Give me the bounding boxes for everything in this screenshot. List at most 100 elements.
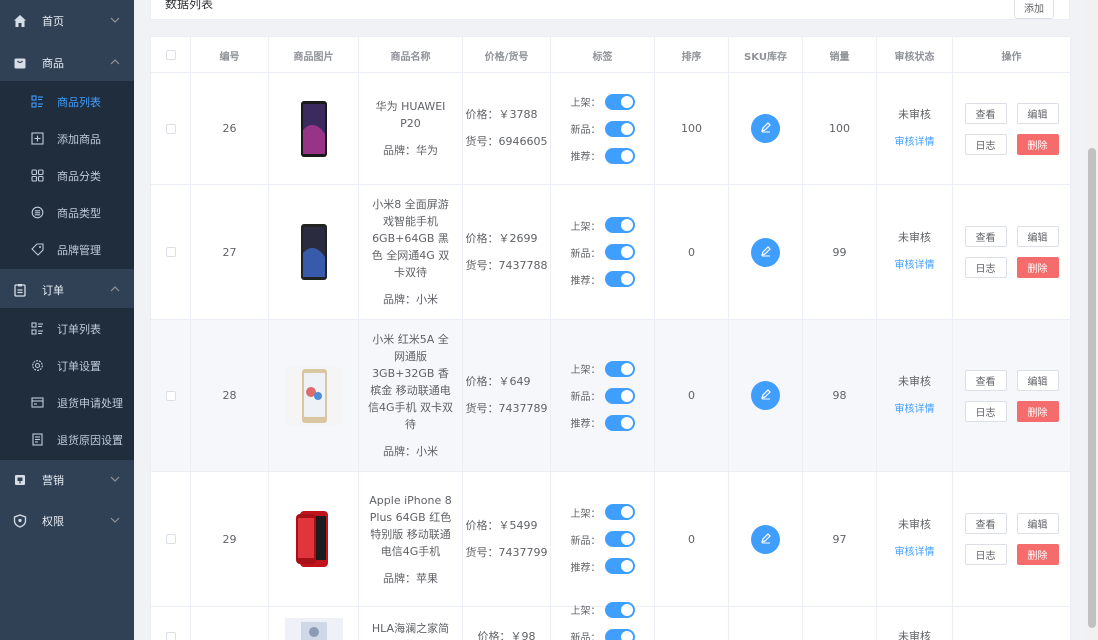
delete-button[interactable]: 删除	[1016, 133, 1059, 155]
delete-button[interactable]: 删除	[1016, 257, 1059, 278]
table-row[interactable]: 29 Apple iPhone 8 Plus 64GB 红色特别版 移动联通电信4…	[151, 472, 1071, 607]
product-image	[284, 366, 343, 425]
recommend-switch[interactable]	[604, 414, 635, 431]
log-button[interactable]: 日志	[964, 544, 1007, 565]
product-name-cell: 华为 HUAWEI P20 品牌：华为	[359, 73, 463, 184]
audit-detail-link[interactable]: 审核详情	[895, 136, 935, 150]
product-id: 27	[191, 185, 269, 319]
return-icon	[30, 396, 44, 410]
category-icon	[30, 169, 44, 183]
edit-button[interactable]: 编辑	[1016, 226, 1059, 247]
log-button[interactable]: 日志	[964, 257, 1007, 278]
edit-sku-button[interactable]	[751, 381, 780, 410]
add-button[interactable]: 添加	[1014, 0, 1054, 19]
view-button[interactable]: 查看	[964, 226, 1007, 247]
sidebar-item-9[interactable]: 订单设置	[0, 347, 134, 384]
row-checkbox[interactable]	[165, 123, 176, 134]
price-cell: 价格：￥2699 货号：7437788	[463, 185, 551, 319]
edit-button[interactable]: 编辑	[1016, 513, 1059, 534]
publish-switch[interactable]	[604, 360, 635, 377]
sidebar: 首页商品 商品列表添加商品商品分类商品类型 品牌管理 订单 订单列表 订单设置 退货申请处理…	[0, 0, 134, 640]
edit-sku-button[interactable]	[751, 237, 780, 267]
new-switch[interactable]	[604, 244, 635, 260]
audit-detail-link[interactable]: 审核详情	[895, 259, 935, 273]
data-list-card: 数据列表 添加	[150, 0, 1070, 20]
product-image	[285, 100, 343, 158]
table-row[interactable]: HLA海澜之家简约价格：￥98上架：新品：推荐：未审核	[151, 601, 1071, 640]
row-checkbox[interactable]	[165, 247, 176, 257]
row-select-cell	[151, 73, 191, 184]
publish-switch[interactable]	[604, 217, 635, 233]
row-checkbox[interactable]	[165, 390, 176, 401]
column-header: 商品图片	[269, 37, 359, 73]
new-switch[interactable]	[604, 120, 635, 137]
reason-icon	[30, 433, 44, 447]
log-button[interactable]: 日志	[964, 400, 1007, 422]
type-icon	[30, 206, 44, 220]
recommend-switch[interactable]	[604, 271, 635, 287]
sidebar-item-10[interactable]: 退货申请处理	[0, 384, 134, 421]
recommend-switch[interactable]	[604, 558, 635, 574]
table-row[interactable]: 27 小米8 全面屏游戏智能手机 6GB+64GB 黑色 全网通4G 双卡双待 品牌…	[151, 185, 1071, 320]
publish-switch[interactable]	[604, 601, 635, 618]
edit-sku-button[interactable]	[751, 524, 780, 554]
main-content: 数据列表 添加 编号 商品图片 商品名称 价格/货号 标签 排序 SKU库存 销量 审核状态 操作…	[134, 0, 1098, 640]
table-row[interactable]: 28 小米 红米5A 全网通版 3GB+32GB 香槟金 移动联通电信4G手机 双…	[151, 320, 1071, 472]
sn-prefix: 货号：	[465, 135, 499, 148]
product-name-cell: HLA海澜之家简约	[359, 607, 463, 640]
sidebar-item-3[interactable]: 添加商品	[0, 120, 134, 157]
sidebar-item-label: 添加商品	[57, 132, 101, 146]
product-image	[284, 608, 343, 640]
sidebar-item-6[interactable]: 品牌管理	[0, 231, 134, 268]
audit-status: 未审核	[898, 107, 931, 121]
sidebar-item-2[interactable]: 商品列表	[0, 83, 134, 120]
sidebar-item-5[interactable]: 商品类型	[0, 194, 134, 231]
new-switch[interactable]	[604, 531, 635, 547]
row-select-cell	[151, 185, 191, 319]
sidebar-item-13[interactable]: 权限	[0, 502, 134, 539]
product-image-cell	[269, 607, 359, 640]
row-checkbox[interactable]	[165, 631, 176, 640]
audit-detail-link[interactable]: 审核详情	[895, 546, 935, 560]
sidebar-item-1[interactable]: 商品	[0, 44, 134, 81]
new-switch[interactable]	[604, 387, 635, 404]
edit-sku-button[interactable]	[751, 114, 780, 143]
scrollbar[interactable]	[1086, 0, 1098, 640]
tag-label: 新品：	[570, 633, 601, 640]
tag-label: 上架：	[570, 508, 601, 520]
operations-cell: 查看 编辑 日志 删除	[953, 472, 1071, 606]
delete-button[interactable]: 删除	[1016, 400, 1059, 422]
sidebar-item-12[interactable]: 营销	[0, 461, 134, 498]
product-name: 小米 红米5A 全网通版 3GB+32GB 香槟金 移动联通电信4G手机 双卡双…	[367, 333, 454, 431]
sidebar-item-0[interactable]: 首页	[0, 2, 134, 39]
edit-button[interactable]: 编辑	[1016, 102, 1059, 124]
select-all-checkbox[interactable]	[165, 50, 176, 60]
view-button[interactable]: 查看	[964, 513, 1007, 534]
sidebar-item-8[interactable]: 订单列表	[0, 310, 134, 347]
sidebar-item-7[interactable]: 订单	[0, 271, 134, 308]
new-switch[interactable]	[604, 628, 635, 640]
view-button[interactable]: 查看	[964, 102, 1007, 124]
sidebar-item-4[interactable]: 商品分类	[0, 157, 134, 194]
audit-detail-link[interactable]: 审核详情	[895, 403, 935, 417]
price-prefix: 价格：	[465, 518, 499, 532]
price-prefix: 价格：	[465, 231, 499, 245]
sn-prefix: 货号：	[465, 545, 499, 559]
product-sn: 6946605	[498, 135, 548, 148]
product-name-cell: 小米 红米5A 全网通版 3GB+32GB 香槟金 移动联通电信4G手机 双卡双…	[359, 320, 463, 471]
sidebar-item-11[interactable]: 退货原因设置	[0, 421, 134, 458]
brand-prefix: 品牌：	[383, 293, 416, 306]
delete-button[interactable]: 删除	[1016, 544, 1059, 565]
row-checkbox[interactable]	[165, 534, 176, 544]
publish-switch[interactable]	[604, 93, 635, 110]
product-price: ￥3788	[498, 108, 538, 121]
sidebar-item-label: 商品分类	[57, 169, 101, 183]
scrollbar-thumb[interactable]	[1088, 148, 1096, 628]
view-button[interactable]: 查看	[964, 369, 1007, 391]
product-brand: 苹果	[416, 571, 438, 585]
publish-switch[interactable]	[604, 504, 635, 520]
log-button[interactable]: 日志	[964, 133, 1007, 155]
table-row[interactable]: 26 华为 HUAWEI P20 品牌：华为 价格：￥3788 货号：6946605 上架…	[151, 73, 1071, 185]
edit-button[interactable]: 编辑	[1016, 369, 1059, 391]
recommend-switch[interactable]	[604, 147, 635, 164]
